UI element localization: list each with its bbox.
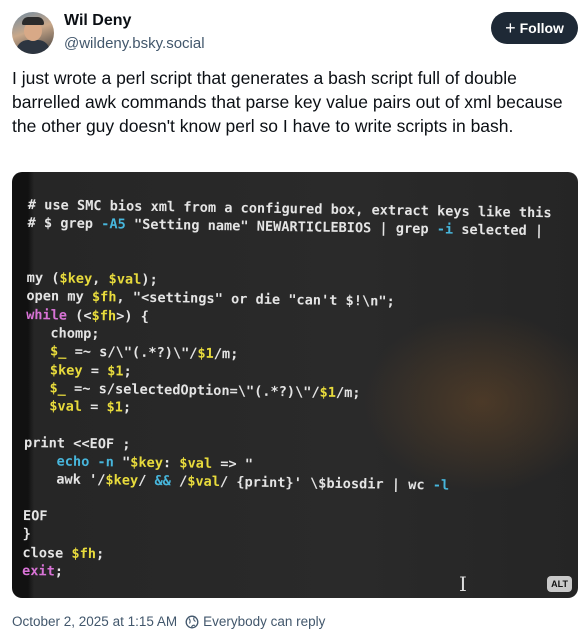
code-token: $val (187, 473, 221, 491)
code-token: $_ (49, 380, 67, 397)
follow-button[interactable]: + Follow (491, 12, 578, 44)
code-token: $1 (107, 362, 124, 380)
code-token: ); (141, 271, 158, 289)
plus-icon: + (505, 18, 516, 38)
code-token: ; (122, 399, 132, 416)
avatar-shirt (16, 40, 50, 54)
post-image[interactable]: # use SMC bios xml from a configured box… (12, 172, 578, 598)
code-token: /m; (213, 346, 239, 363)
code-token: = (81, 399, 107, 416)
code-token: $key (105, 472, 139, 490)
code-token: $key (59, 270, 93, 288)
author-name[interactable]: Wil Deny (64, 12, 131, 30)
code-token: ; (123, 363, 132, 380)
code-token: = (82, 362, 108, 379)
code-token: open my (26, 288, 93, 306)
code-token: $val (108, 271, 142, 288)
code-token: / (170, 473, 188, 490)
code-token: while (26, 306, 68, 324)
code-token: print <<EOF ; (23, 434, 131, 453)
reply-setting-label: Everybody can reply (203, 614, 326, 629)
code-token: " (113, 454, 131, 471)
code-token: , (92, 271, 109, 288)
code-token: awk '/ (23, 471, 106, 489)
code-token: $1 (319, 384, 337, 401)
code-token: : (162, 455, 180, 472)
post-footer: October 2, 2025 at 1:15 AM Everybody can… (12, 614, 325, 629)
code-token: $1 (197, 346, 214, 363)
code-token: $key (130, 454, 164, 472)
code-token: /m; (335, 384, 361, 402)
globe-icon (185, 615, 199, 628)
code-token: my ( (26, 270, 60, 287)
code-token: close (22, 544, 72, 562)
code-token: $val (179, 455, 213, 473)
code-token: >) { (116, 308, 150, 325)
code-token: echo -n (56, 453, 114, 471)
code-token: $_ (49, 343, 67, 360)
code-token: EOF (22, 508, 48, 525)
post-text: I just wrote a perl script that generate… (12, 68, 563, 136)
code-token: # $ grep (27, 215, 102, 233)
code-token: && (154, 473, 171, 490)
code-token: } (22, 526, 31, 543)
code-token: ; (54, 563, 64, 580)
reply-setting[interactable]: Everybody can reply (185, 614, 325, 629)
code-token: $fh (91, 289, 117, 306)
code-token: -l (432, 477, 450, 495)
text-cursor-icon: I (459, 572, 467, 596)
code-token: -A5 (101, 216, 126, 233)
code-token: "Setting name" NEWARTICLEBIOS | grep (125, 216, 437, 238)
author-handle[interactable]: @wildeny.bsky.social (64, 35, 205, 52)
code-token: , "<settings" or die "can't $!\n"; (116, 289, 395, 311)
code-token: $key (49, 362, 83, 379)
code-token: =~ s/\"(.*?)\"/ (66, 343, 198, 363)
code-token: / {print}' \$biosdir | wc (219, 474, 433, 494)
code-token: exit (21, 562, 55, 580)
avatar[interactable] (12, 12, 54, 54)
avatar-hat (22, 17, 44, 25)
code-token: $fh (71, 545, 97, 562)
code-token: => " (211, 456, 254, 473)
code-token: (< (66, 307, 92, 324)
follow-label: Follow (519, 20, 564, 36)
code-token: ; (95, 545, 105, 562)
code-token: $val (49, 398, 83, 416)
timestamp[interactable]: October 2, 2025 at 1:15 AM (12, 614, 177, 629)
code-token: $fh (91, 307, 117, 325)
code-token: -i (436, 221, 454, 238)
code-token: selected | (453, 221, 544, 240)
terminal-code: # use SMC bios xml from a configured box… (21, 196, 552, 598)
code-token: $1 (106, 399, 124, 416)
code-token: chomp; (25, 325, 100, 343)
code-token: / (138, 473, 155, 490)
alt-badge[interactable]: ALT (547, 576, 572, 592)
